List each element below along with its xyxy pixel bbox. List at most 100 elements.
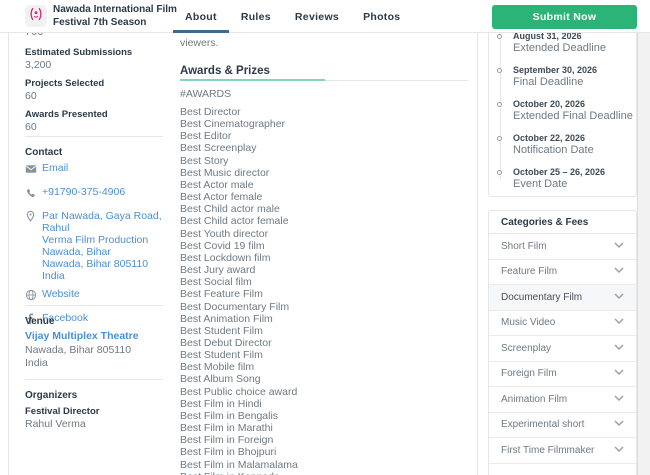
tab-about[interactable]: About (173, 0, 229, 33)
email-icon (25, 162, 42, 180)
award-item: Best Social film (180, 276, 460, 288)
category-row-screenplay[interactable]: Screenplay (489, 336, 636, 362)
timeline-date: September 30, 2026 (513, 65, 630, 76)
stat-block: Projects Selected 60 (25, 78, 165, 102)
award-item: Best Editor (180, 130, 460, 142)
heading-accent-rule (180, 79, 325, 81)
award-item: Best Public choice award (180, 386, 460, 398)
contact-item-website[interactable]: Website (25, 288, 167, 306)
timeline-dot-icon (497, 136, 502, 141)
category-label: Music Video (501, 317, 555, 328)
award-item: Best Student Film (180, 349, 460, 361)
header-tabs: AboutRulesReviewsPhotos (173, 0, 412, 33)
timeline-dot-icon (497, 34, 502, 39)
globe-icon (25, 288, 42, 306)
stat-block: Awards Presented 60 (25, 109, 165, 133)
timeline-label: Event Date (513, 178, 630, 191)
chevron-down-icon[interactable] (614, 368, 624, 379)
award-item: Best Film in Kannada (180, 471, 460, 475)
contact-link-text[interactable]: +91790-375-4906 (42, 186, 125, 204)
category-row-first-time-filmmaker[interactable]: First Time Filmmaker (489, 438, 636, 464)
timeline-date: October 22, 2026 (513, 133, 630, 144)
timeline-date: October 20, 2026 (513, 99, 630, 110)
festival-about-page: { "header": { "festival_name": "Nawada I… (0, 0, 650, 475)
chevron-down-icon[interactable] (614, 343, 624, 354)
sidebar-divider (25, 136, 163, 137)
awards-prizes-heading: Awards & Prizes (180, 65, 270, 77)
timeline-event-final-deadline: September 30, 2026 Final Deadline (513, 65, 630, 89)
stat-value: 3,200 (25, 59, 165, 71)
deadlines-timeline-card: August 31, 2026 Extended Deadline Septem… (488, 20, 637, 197)
award-item: Best Feature Film (180, 288, 460, 300)
contact-heading: Contact (25, 147, 62, 158)
award-item: Best Film in Malamalama (180, 459, 460, 471)
category-row-music-video[interactable]: Music Video (489, 311, 636, 337)
stat-value: 60 (25, 90, 165, 102)
tab-reviews[interactable]: Reviews (283, 0, 351, 33)
category-row-short-film[interactable]: Short Film (489, 234, 636, 260)
award-item: Best Film in Hindi (180, 398, 460, 410)
timeline-label: Extended Deadline (513, 42, 630, 55)
venue-address: Nawada, Bihar 805110India (25, 344, 131, 369)
award-item: Best Child actor male (180, 203, 460, 215)
timeline-connector-line (500, 21, 501, 179)
award-item: Best Youth director (180, 228, 460, 240)
award-item: Best Cinematographer (180, 118, 460, 130)
stat-label: Projects Selected (25, 78, 165, 90)
category-row-documentary-film[interactable]: Documentary Film (489, 285, 636, 311)
timeline-event-extended-deadline: August 31, 2026 Extended Deadline (513, 31, 630, 55)
chevron-down-icon[interactable] (614, 419, 624, 430)
chevron-down-icon[interactable] (614, 266, 624, 277)
chevron-down-icon[interactable] (614, 241, 624, 252)
award-item: Best Album Song (180, 373, 460, 385)
contact-link-text[interactable]: Email (42, 162, 68, 180)
timeline-event-event-date: October 25 – 26, 2026 Event Date (513, 167, 630, 191)
phone-icon (25, 186, 42, 204)
chevron-down-icon[interactable] (614, 292, 624, 303)
chevron-down-icon[interactable] (614, 394, 624, 405)
categories-fees-heading: Categories & Fees (489, 211, 636, 234)
contact-item-email[interactable]: Email (25, 162, 167, 180)
page-header: Nawada International Film Festival 7th S… (0, 0, 650, 33)
sidebar-divider (25, 305, 163, 306)
award-item: Best Story (180, 155, 460, 167)
contact-item-91790-375-4906[interactable]: +91790-375-4906 (25, 186, 167, 204)
sidebar-divider (25, 379, 163, 380)
stat-label: Awards Presented (25, 109, 165, 121)
award-item: Best Child actor female (180, 215, 460, 227)
awards-hashtag: #AWARDS (180, 88, 231, 100)
scrollbar[interactable] (637, 33, 650, 475)
award-item: Best Director (180, 106, 460, 118)
category-row-feature-film[interactable]: Feature Film (489, 260, 636, 286)
award-item: Best Actor female (180, 191, 460, 203)
chevron-down-icon[interactable] (614, 317, 624, 328)
timeline-label: Final Deadline (513, 76, 630, 89)
contact-link-text[interactable]: Website (42, 288, 80, 306)
timeline-label: Notification Date (513, 144, 630, 157)
award-item: Best Film in Foreign (180, 434, 460, 446)
category-row-animation-film[interactable]: Animation Film (489, 387, 636, 413)
timeline-date: October 25 – 26, 2026 (513, 167, 630, 178)
award-item: Best Screenplay (180, 142, 460, 154)
category-row-experimental-short[interactable]: Experimental short (489, 413, 636, 439)
submit-now-button[interactable]: Submit Now (492, 5, 637, 29)
timeline-dot-icon (497, 170, 502, 175)
chevron-down-icon[interactable] (614, 445, 624, 456)
award-item: Best Student Film (180, 325, 460, 337)
contact-item-par-nawada-gaya-road-rah[interactable]: Par Nawada, Gaya Road, RahulVerma Film P… (25, 210, 167, 282)
award-item: Best Debut Director (180, 337, 460, 349)
category-row-foreign-film[interactable]: Foreign Film (489, 362, 636, 388)
timeline-events: August 31, 2026 Extended Deadline Septem… (489, 21, 636, 196)
award-item: Best Film in Marathi (180, 422, 460, 434)
stat-block: Estimated Submissions 3,200 (25, 47, 165, 71)
venue-link[interactable]: Vijay Multiplex Theatre (25, 330, 139, 342)
organizers-heading: Organizers (25, 390, 77, 401)
festival-logo (25, 5, 47, 27)
tab-photos[interactable]: Photos (351, 0, 412, 33)
organizer-name: Rahul Verma (25, 418, 86, 430)
timeline-dot-icon (497, 68, 502, 73)
award-item: Best Covid 19 film (180, 240, 460, 252)
timeline-label: Extended Final Deadline (513, 110, 630, 123)
contact-link-text[interactable]: Par Nawada, Gaya Road, RahulVerma Film P… (42, 210, 167, 282)
tab-rules[interactable]: Rules (229, 0, 283, 33)
